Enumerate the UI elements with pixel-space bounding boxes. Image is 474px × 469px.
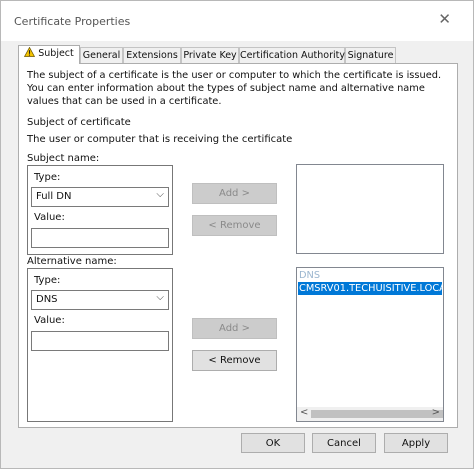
list-item-selected[interactable]: CMSRV01.TECHUISITIVE.LOCA [298,282,443,295]
tab-private-key[interactable]: Private Key [181,47,239,63]
title-bar: Certificate Properties ✕ [1,1,473,41]
horizontal-scrollbar[interactable]: < > [297,407,443,421]
subject-type-value: Full DN [36,191,72,202]
subject-type-label: Type: [34,172,61,183]
chevron-down-icon: ⌵ [156,292,164,303]
scroll-left-icon[interactable]: < [300,407,308,418]
certificate-properties-dialog: Certificate Properties ✕ Subject General… [0,0,474,469]
subject-type-select[interactable]: Full DN ⌵ [31,187,169,207]
tab-general[interactable]: General [80,47,123,63]
scroll-right-icon[interactable]: > [432,407,440,418]
tab-signature[interactable]: Signature [345,47,396,63]
subject-remove-button[interactable]: < Remove [192,215,277,236]
alt-add-button[interactable]: Add > [192,318,277,339]
subject-tab-panel: The subject of a certificate is the user… [18,63,458,428]
alternative-values-list[interactable]: DNS CMSRV01.TECHUISITIVE.LOCA < > [296,267,444,422]
warning-icon [24,47,36,57]
cancel-button[interactable]: Cancel [312,433,376,453]
list-category-dns: DNS [299,270,321,281]
alt-type-select[interactable]: DNS ⌵ [31,290,169,310]
close-icon[interactable]: ✕ [438,12,451,27]
subject-name-legend: Subject name: [27,153,100,164]
alt-type-label: Type: [34,275,61,286]
alternative-name-legend: Alternative name: [27,256,117,267]
apply-button[interactable]: Apply [384,433,448,453]
scrollbar-thumb[interactable] [311,410,443,418]
alt-value-input[interactable] [31,331,169,351]
alt-type-value: DNS [36,294,58,305]
tab-subject[interactable]: Subject [18,45,80,64]
ok-button[interactable]: OK [241,433,305,453]
alternative-name-group: Type: DNS ⌵ Value: [27,268,173,422]
subject-add-button[interactable]: Add > [192,183,277,204]
alt-value-label: Value: [34,315,65,326]
alt-remove-button[interactable]: < Remove [192,350,277,371]
chevron-down-icon: ⌵ [156,189,164,200]
subject-description: The subject of a certificate is the user… [27,70,442,107]
subject-values-list[interactable] [296,164,444,254]
section-description: The user or computer that is receiving t… [27,134,293,145]
tab-subject-label: Subject [38,48,74,59]
tab-extensions[interactable]: Extensions [123,47,181,63]
tab-certification-authority[interactable]: Certification Authority [239,47,345,63]
window-title: Certificate Properties [14,15,131,28]
subject-value-label: Value: [34,212,65,223]
subject-value-input[interactable] [31,228,169,248]
subject-name-group: Type: Full DN ⌵ Value: [27,165,173,255]
section-title: Subject of certificate [27,117,131,128]
